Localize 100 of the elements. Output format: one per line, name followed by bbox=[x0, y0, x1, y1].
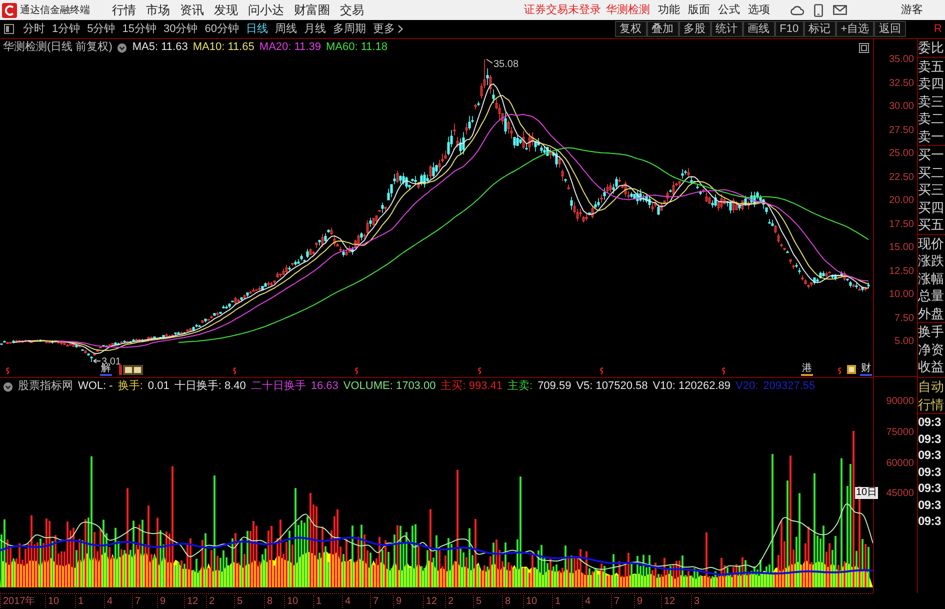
menu-item[interactable]: 财富圈 bbox=[294, 0, 330, 20]
cloud-icon[interactable] bbox=[790, 4, 804, 16]
event-marker[interactable]: 港 bbox=[801, 364, 813, 376]
axis-label: 20.00 bbox=[888, 194, 914, 208]
menu-item[interactable]: 选项 bbox=[748, 2, 770, 18]
axis-label: 27.50 bbox=[888, 124, 914, 138]
menu-item[interactable]: 公式 bbox=[718, 2, 740, 18]
ma-legend-value: MA5: 11.63 bbox=[132, 40, 188, 56]
toolbar-button[interactable]: 返回 bbox=[874, 21, 906, 37]
indicator-value: VOLUME: 1703.00 bbox=[343, 379, 436, 394]
time-axis-label: 7 bbox=[611, 595, 634, 608]
chevron-right-icon[interactable] bbox=[398, 25, 403, 33]
event-marker-icon bbox=[478, 367, 482, 374]
menu-item[interactable]: 功能 bbox=[658, 2, 680, 18]
period-tab[interactable]: 更多 bbox=[373, 21, 395, 37]
time-axis-label: 5 bbox=[473, 595, 502, 608]
axis-label: 12.50 bbox=[888, 264, 914, 279]
panel-toggle-icon[interactable] bbox=[4, 24, 14, 34]
leader-arrow bbox=[93, 358, 101, 364]
toolbar-button[interactable]: 复权 bbox=[614, 21, 647, 37]
quote-label: 买三 bbox=[918, 181, 945, 198]
period-badge: 10日 bbox=[855, 487, 878, 499]
toolbar-button[interactable]: F10 bbox=[774, 21, 804, 37]
menu-item[interactable]: 版面 bbox=[688, 2, 710, 18]
toolbar-button[interactable]: 标记 bbox=[804, 21, 836, 37]
menu-item[interactable]: 行情 bbox=[112, 0, 136, 20]
chart-title: 华测检测(日线 前复权) bbox=[3, 40, 112, 56]
note-marker-icon[interactable] bbox=[847, 365, 856, 374]
menu-item[interactable]: 交易 bbox=[340, 0, 364, 20]
dropdown-circle-icon[interactable] bbox=[3, 382, 13, 392]
time-axis-label: 9 bbox=[393, 595, 423, 608]
quote-label: 换手 bbox=[918, 323, 945, 340]
indicator-value: 十日换手: 8.40 bbox=[174, 379, 246, 394]
period-tab[interactable]: 月线 bbox=[304, 21, 326, 37]
quote-label: 买四 bbox=[918, 198, 945, 216]
high-price-label: 35.08 bbox=[494, 59, 519, 70]
toolbar-button[interactable]: 统计 bbox=[710, 21, 743, 37]
tick-time: 09:3 bbox=[918, 414, 942, 430]
period-tab[interactable]: 分时 bbox=[23, 21, 45, 37]
menu-item[interactable]: 市场 bbox=[146, 0, 170, 20]
quote-label: 收益 bbox=[918, 358, 945, 376]
axis-label: 30.00 bbox=[888, 100, 914, 114]
quote-label: 买二 bbox=[918, 164, 945, 181]
toolbar-button[interactable]: 多股 bbox=[678, 21, 711, 37]
indicator-value: 二十日换手 bbox=[250, 379, 306, 394]
quote-label: 卖三 bbox=[918, 92, 945, 110]
maximize-icon[interactable] bbox=[859, 42, 869, 52]
notice-link[interactable]: 华测检测 bbox=[606, 2, 650, 18]
period-tab[interactable]: 30分钟 bbox=[164, 21, 198, 37]
notice-link[interactable]: 证券交易未登录 bbox=[524, 2, 601, 18]
menu-item[interactable]: 发现 bbox=[214, 0, 238, 20]
mail-icon[interactable] bbox=[833, 5, 847, 15]
indicator-value: V5: 107520.58 bbox=[576, 379, 648, 394]
period-tab[interactable]: 60分钟 bbox=[204, 21, 239, 37]
toolbar-button[interactable]: +自选 bbox=[836, 21, 874, 37]
quote-label: 外盘 bbox=[918, 304, 945, 322]
axis-label: 60000 bbox=[886, 456, 914, 471]
axis-label: 17.50 bbox=[888, 218, 914, 232]
menu-item[interactable]: 问小达 bbox=[248, 0, 284, 20]
axis-label: 90000 bbox=[886, 395, 914, 410]
time-axis-label: 2017年 bbox=[0, 595, 45, 608]
quote-label: 买一 bbox=[918, 146, 945, 164]
tick-header: 自动 bbox=[918, 378, 945, 396]
time-axis-label: 10 bbox=[284, 595, 313, 608]
event-tag-icon[interactable] bbox=[119, 365, 143, 375]
event-marker[interactable]: 财 bbox=[860, 364, 872, 376]
axis-label: 45000 bbox=[886, 487, 914, 502]
time-axis-label: 10 bbox=[45, 595, 75, 608]
menu-item[interactable]: 资讯 bbox=[180, 0, 204, 20]
event-marker-icon bbox=[233, 367, 236, 374]
period-tab[interactable]: 多周期 bbox=[333, 21, 366, 37]
time-axis-label: 8 bbox=[502, 595, 523, 608]
user-button[interactable]: 游客 bbox=[901, 2, 923, 18]
period-tab[interactable]: 15分钟 bbox=[122, 21, 156, 37]
dropdown-circle-icon[interactable] bbox=[117, 42, 128, 52]
time-axis-label: 12 bbox=[661, 595, 691, 608]
phone-icon[interactable] bbox=[814, 4, 823, 16]
tick-time: 09:3 bbox=[918, 430, 942, 447]
event-marker[interactable]: 解 bbox=[100, 364, 112, 376]
tick-time: 09:3 bbox=[918, 496, 942, 513]
quote-label: 现价 bbox=[918, 234, 945, 252]
axis-label: 75000 bbox=[886, 426, 914, 440]
event-marker-icon bbox=[355, 367, 358, 374]
period-tab[interactable]: 5分钟 bbox=[87, 21, 116, 37]
indicator-value: 16.63 bbox=[310, 379, 338, 394]
period-tab[interactable]: 日线 bbox=[246, 21, 268, 37]
quote-label: 卖五 bbox=[918, 58, 945, 75]
period-tab[interactable]: 周线 bbox=[275, 21, 297, 37]
time-axis-label: 10 bbox=[523, 595, 552, 608]
indicator-value: 换手: bbox=[118, 379, 143, 394]
time-axis-label: 3 bbox=[691, 595, 721, 608]
time-axis-label: 4 bbox=[104, 595, 132, 608]
toolbar-button[interactable]: 叠加 bbox=[646, 21, 679, 37]
indicator-value: V10: 120262.89 bbox=[652, 379, 730, 394]
ma-legend-value: MA60: 11.18 bbox=[326, 40, 388, 56]
time-axis-label: 1 bbox=[75, 595, 104, 608]
toolbar-button[interactable]: 画线 bbox=[742, 21, 775, 37]
period-tab[interactable]: 1分钟 bbox=[52, 21, 80, 37]
axis-label: 25.00 bbox=[888, 147, 914, 162]
time-axis-label: 8 bbox=[264, 595, 284, 608]
